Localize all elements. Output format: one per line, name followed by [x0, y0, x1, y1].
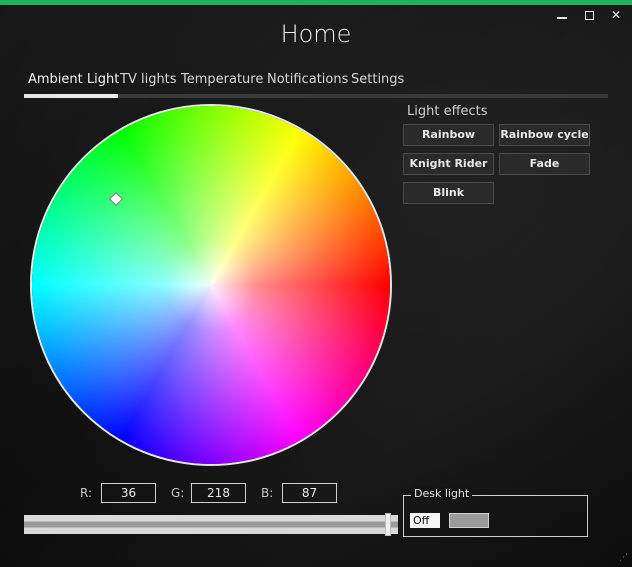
light-effects-label: Light effects — [407, 104, 488, 119]
tab-settings[interactable]: Settings — [351, 72, 404, 87]
blink-button[interactable]: Blink — [403, 182, 494, 204]
red-value-field[interactable]: 36 — [101, 483, 156, 503]
tab-temperature[interactable]: Temperature — [181, 72, 263, 87]
slider-track[interactable] — [24, 515, 398, 534]
title-accent-bar — [0, 0, 632, 5]
resize-grip-icon[interactable]: ⋰ — [619, 554, 629, 564]
tab-bar: Ambient Light TV lights Temperature Noti… — [24, 68, 608, 98]
rainbow-cycle-button[interactable]: Rainbow cycle — [499, 124, 590, 146]
tab-notifications[interactable]: Notifications — [267, 72, 348, 87]
color-wheel-container — [32, 106, 390, 464]
red-label: R: — [80, 486, 93, 500]
active-tab-indicator — [24, 94, 118, 98]
knight-rider-button[interactable]: Knight Rider — [403, 153, 494, 175]
desk-light-label: Desk light — [411, 487, 473, 500]
green-value-field[interactable]: 218 — [191, 483, 246, 503]
slider-thumb[interactable] — [385, 513, 391, 536]
brightness-slider[interactable] — [24, 513, 398, 536]
blue-value-field[interactable]: 87 — [282, 483, 337, 503]
color-wheel[interactable] — [32, 106, 390, 464]
desk-light-group: Desk light Off — [403, 487, 588, 537]
tab-ambient-light[interactable]: Ambient Light — [28, 72, 119, 87]
tab-tv-lights[interactable]: TV lights — [120, 72, 177, 87]
fade-button[interactable]: Fade — [499, 153, 590, 175]
rainbow-button[interactable]: Rainbow — [403, 124, 494, 146]
blue-label: B: — [261, 486, 274, 500]
green-label: G: — [171, 486, 185, 500]
desk-light-state: Off — [410, 513, 440, 528]
page-title: Home — [280, 20, 352, 48]
desk-light-toggle[interactable] — [449, 513, 489, 528]
maximize-icon[interactable] — [585, 11, 594, 20]
